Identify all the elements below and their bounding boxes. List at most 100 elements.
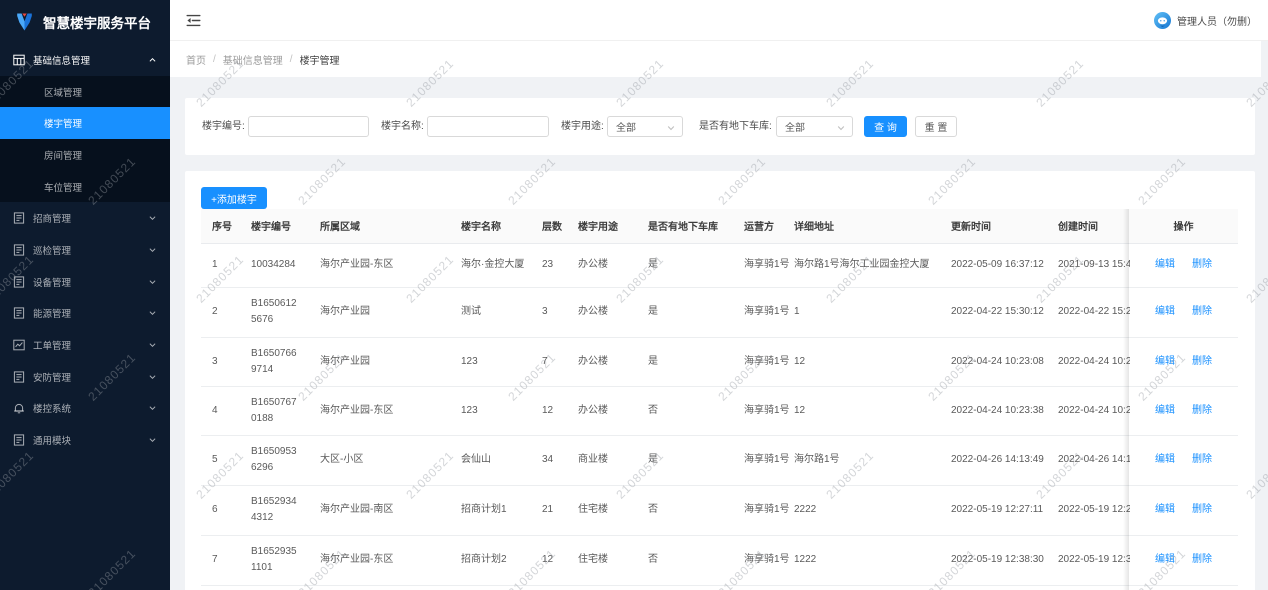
building-code-input[interactable]	[248, 116, 369, 137]
sidebar-item-8[interactable]: 通用模块	[0, 424, 170, 456]
cell: 2022-05-19 12:2	[1047, 485, 1130, 535]
sidebar-item-label: 巡检管理	[33, 243, 71, 257]
chevron-down-icon	[149, 342, 156, 349]
sidebar-item-1[interactable]: 招商管理	[0, 202, 170, 234]
cell: 海尔路1号海尔工业园金控大厦	[783, 243, 940, 287]
table-row: 2B16506125676海尔产业园测试3办公楼是海享骑1号12022-04-2…	[201, 287, 1238, 337]
column-header-7: 运营方	[733, 209, 783, 243]
cell: 123	[450, 337, 531, 386]
cell: 是	[637, 337, 733, 386]
cell: 办公楼	[567, 337, 637, 386]
building-name-input[interactable]	[427, 116, 549, 137]
add-building-button[interactable]: +添加楼宇	[201, 187, 267, 209]
edit-link[interactable]: 编辑	[1155, 452, 1175, 468]
cell: 商业楼	[567, 435, 637, 485]
edit-link[interactable]: 编辑	[1155, 502, 1175, 518]
column-header-11: 操作	[1130, 209, 1238, 243]
sidebar-subitem-房间管理[interactable]: 房间管理	[0, 139, 170, 171]
cell: B16529351101	[240, 535, 309, 585]
cell: 1	[783, 287, 940, 337]
cell: 1	[201, 243, 240, 287]
column-header-10: 创建时间	[1047, 209, 1130, 243]
sidebar-subitem-楼宇管理[interactable]: 楼宇管理	[0, 107, 170, 139]
cell: 办公楼	[567, 287, 637, 337]
cell: 1222	[783, 535, 940, 585]
cell: 2022-04-22 15:2	[1047, 287, 1130, 337]
cell: 2022-04-24 10:23:38	[940, 386, 1047, 435]
sidebar-item-label: 楼控系统	[33, 401, 71, 415]
submenu: 区域管理楼宇管理房间管理车位管理	[0, 76, 170, 203]
chevron-down-icon	[667, 124, 675, 132]
column-header-5: 楼宇用途	[567, 209, 637, 243]
cell: 2	[201, 287, 240, 337]
sidebar: 智慧楼宇服务平台 基础信息管理区域管理楼宇管理房间管理车位管理招商管理巡检管理设…	[0, 0, 170, 590]
search-button[interactable]: 查 询	[864, 116, 907, 137]
reset-button[interactable]: 重 置	[915, 116, 957, 137]
cell: 测试	[450, 287, 531, 337]
delete-link[interactable]: 删除	[1192, 257, 1212, 273]
breadcrumb-current: 楼宇管理	[300, 52, 340, 67]
delete-link[interactable]: 删除	[1192, 452, 1212, 468]
profile-icon	[13, 212, 25, 224]
breadcrumb-base-info[interactable]: 基础信息管理	[223, 52, 283, 67]
sidebar-item-3[interactable]: 设备管理	[0, 266, 170, 298]
cell: 7	[531, 337, 567, 386]
sidebar-item-0[interactable]: 基础信息管理	[0, 44, 170, 76]
cell: 12	[783, 337, 940, 386]
sidebar-item-label: 工单管理	[33, 338, 71, 352]
delete-link[interactable]: 删除	[1192, 403, 1212, 419]
chevron-down-icon	[149, 215, 156, 222]
sidebar-item-6[interactable]: 安防管理	[0, 361, 170, 393]
cell: 2022-05-09 16:37:12	[940, 243, 1047, 287]
column-header-9: 更新时间	[940, 209, 1047, 243]
column-header-1: 楼宇编号	[240, 209, 309, 243]
sidebar-item-7[interactable]: 楼控系统	[0, 393, 170, 425]
edit-link[interactable]: 编辑	[1155, 257, 1175, 273]
delete-link[interactable]: 删除	[1192, 552, 1212, 568]
menu-fold-icon[interactable]	[186, 13, 201, 28]
cell	[201, 585, 1238, 590]
sidebar-item-2[interactable]: 巡检管理	[0, 234, 170, 266]
cell: 大区-小区	[309, 435, 450, 485]
cell: 海尔产业园-东区	[309, 535, 450, 585]
cell: 2021-09-13 15:4	[1047, 243, 1130, 287]
sidebar-subitem-车位管理[interactable]: 车位管理	[0, 171, 170, 203]
breadcrumb-home[interactable]: 首页	[186, 52, 206, 67]
cell: B16507670188	[240, 386, 309, 435]
cell: 12	[531, 535, 567, 585]
cell: 6	[201, 485, 240, 535]
column-header-3: 楼宇名称	[450, 209, 531, 243]
cell: 是	[637, 287, 733, 337]
building-use-select[interactable]: 全部	[607, 116, 683, 137]
edit-link[interactable]: 编辑	[1155, 552, 1175, 568]
delete-link[interactable]: 删除	[1192, 354, 1212, 370]
cell-actions: 编辑 删除	[1130, 435, 1238, 485]
column-header-0: 序号	[201, 209, 240, 243]
cell: 海尔产业园	[309, 287, 450, 337]
garage-select[interactable]: 全部	[776, 116, 853, 137]
chevron-down-icon	[149, 278, 156, 285]
cell: 34	[531, 435, 567, 485]
delete-link[interactable]: 删除	[1192, 304, 1212, 320]
edit-link[interactable]: 编辑	[1155, 354, 1175, 370]
table-row: 110034284海尔产业园-东区海尔·金控大厦23办公楼是海享骑1号海尔路1号…	[201, 243, 1238, 287]
edit-link[interactable]: 编辑	[1155, 403, 1175, 419]
cell-actions: 编辑 删除	[1130, 535, 1238, 585]
cell: 12	[783, 386, 940, 435]
cell: 2022-04-24 10:23:08	[940, 337, 1047, 386]
cell: B16509536296	[240, 435, 309, 485]
chevron-down-icon	[149, 437, 156, 444]
sidebar-item-5[interactable]: 工单管理	[0, 329, 170, 361]
delete-link[interactable]: 删除	[1192, 502, 1212, 518]
chevron-down-icon	[149, 310, 156, 317]
cell: 住宅楼	[567, 535, 637, 585]
garage-label: 是否有地下车库:	[699, 116, 772, 137]
user-menu[interactable]: 管理人员（勿删）	[1154, 0, 1257, 41]
sidebar-item-4[interactable]: 能源管理	[0, 298, 170, 330]
cell: 4	[201, 386, 240, 435]
logo-shield-icon	[16, 12, 33, 32]
edit-link[interactable]: 编辑	[1155, 304, 1175, 320]
fund-icon	[13, 339, 25, 351]
sidebar-subitem-区域管理[interactable]: 区域管理	[0, 76, 170, 108]
cell: 10034284	[240, 243, 309, 287]
